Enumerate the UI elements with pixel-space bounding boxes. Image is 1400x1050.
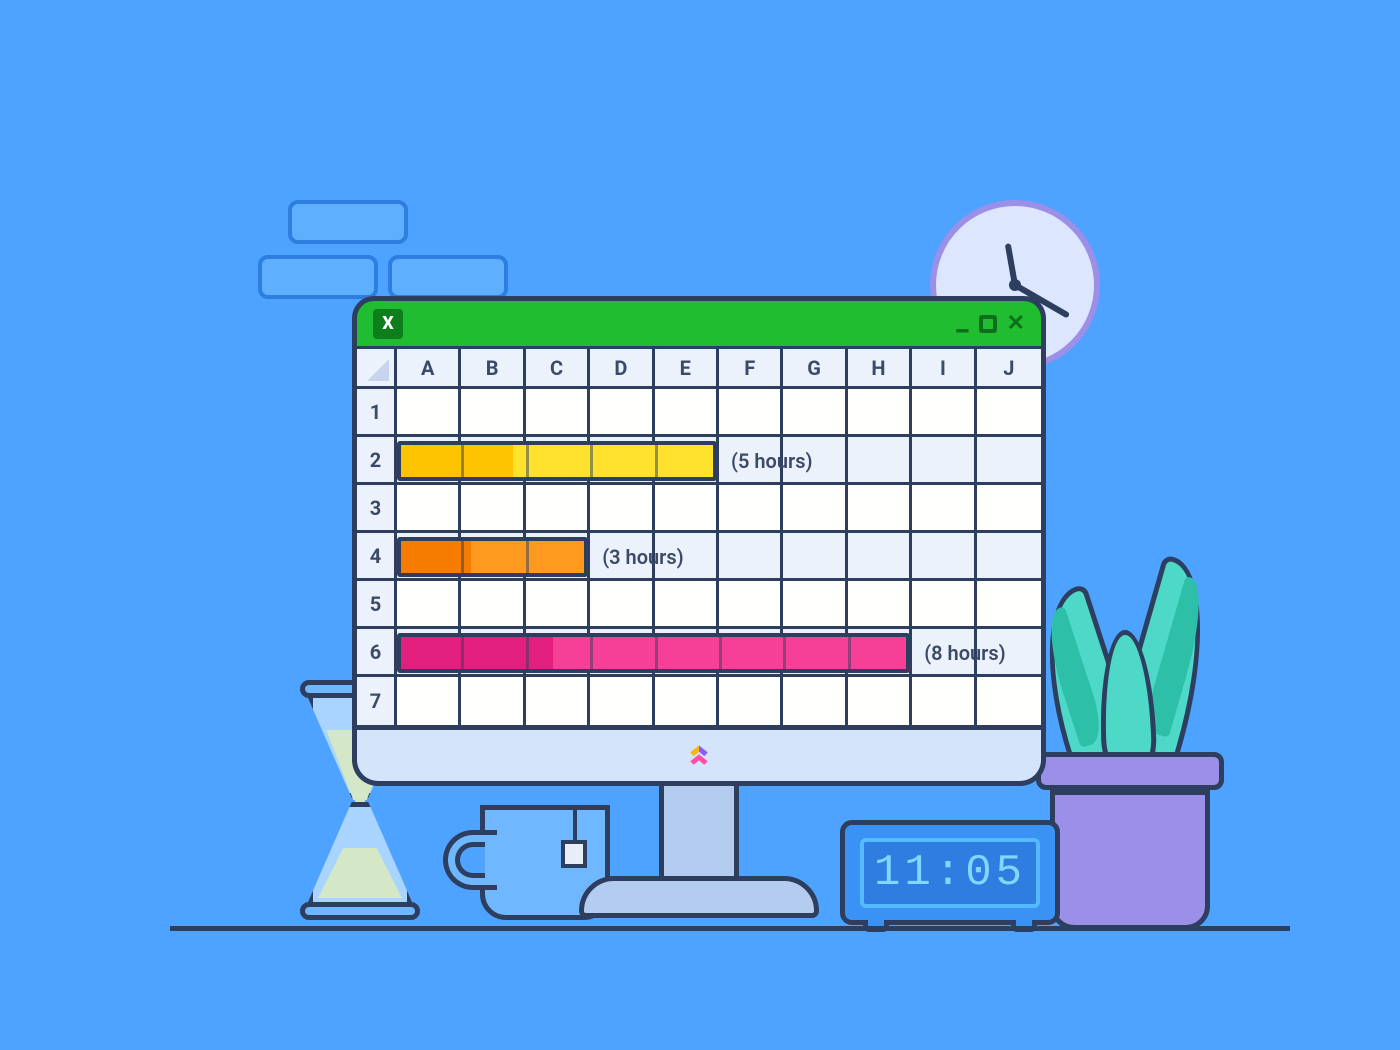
spreadsheet-cell[interactable] <box>783 581 847 629</box>
gantt-bar[interactable] <box>397 633 910 673</box>
spreadsheet-cell[interactable] <box>912 581 976 629</box>
spreadsheet-cell[interactable] <box>397 485 461 533</box>
spreadsheet-cell[interactable] <box>590 389 654 437</box>
spreadsheet-cell[interactable] <box>977 677 1041 725</box>
spreadsheet-cell[interactable] <box>912 389 976 437</box>
spreadsheet-cell[interactable] <box>719 677 783 725</box>
spreadsheet-cell[interactable] <box>655 485 719 533</box>
excel-app-icon-letter: X <box>382 313 393 334</box>
column-header[interactable]: E <box>655 349 719 389</box>
plant-icon <box>1030 530 1230 930</box>
monitor-stand <box>659 786 739 886</box>
spreadsheet-cell[interactable] <box>397 389 461 437</box>
spreadsheet-cell[interactable] <box>590 485 654 533</box>
spreadsheet-cell[interactable] <box>397 581 461 629</box>
spreadsheet-cell[interactable] <box>977 485 1041 533</box>
spreadsheet-cell[interactable] <box>526 677 590 725</box>
spreadsheet-cell[interactable] <box>397 677 461 725</box>
spreadsheet-cell[interactable] <box>655 581 719 629</box>
row-header[interactable]: 5 <box>357 581 397 629</box>
column-header[interactable]: I <box>912 349 976 389</box>
maximize-button[interactable] <box>979 315 997 333</box>
spreadsheet-cell[interactable] <box>783 389 847 437</box>
spreadsheet-cell[interactable] <box>848 677 912 725</box>
column-header[interactable]: J <box>977 349 1041 389</box>
excel-app-icon: X <box>373 309 403 339</box>
spreadsheet-cell[interactable] <box>783 485 847 533</box>
spreadsheet-cell[interactable] <box>655 677 719 725</box>
spreadsheet-cell[interactable] <box>461 581 525 629</box>
select-all-corner[interactable] <box>357 349 397 389</box>
gantt-bar[interactable] <box>397 441 717 481</box>
column-header[interactable]: C <box>526 349 590 389</box>
row-header[interactable]: 7 <box>357 677 397 725</box>
monitor: X _ ✕ ABCDEFGHIJ 1234567 (5 hours) (3 hours… <box>352 296 1046 786</box>
column-header[interactable]: A <box>397 349 461 389</box>
row-header[interactable]: 4 <box>357 533 397 581</box>
column-header[interactable]: H <box>848 349 912 389</box>
digital-clock-time: 11:05 <box>860 838 1040 908</box>
spreadsheet-cell[interactable] <box>783 677 847 725</box>
spreadsheet-cell[interactable] <box>526 581 590 629</box>
desk-surface <box>170 926 1290 931</box>
window-titlebar: X _ ✕ <box>352 296 1046 346</box>
spreadsheet-cell[interactable] <box>912 677 976 725</box>
spreadsheet-cell[interactable] <box>848 389 912 437</box>
column-header[interactable]: G <box>783 349 847 389</box>
spreadsheet-cell[interactable] <box>590 581 654 629</box>
close-button[interactable]: ✕ <box>1007 313 1025 335</box>
spreadsheet-cell[interactable] <box>912 485 976 533</box>
gantt-bar-row: (8 hours) <box>397 629 1041 677</box>
spreadsheet-cell[interactable] <box>977 581 1041 629</box>
gantt-bar-label: (5 hours) <box>731 449 812 473</box>
spreadsheet-cell[interactable] <box>526 485 590 533</box>
spreadsheet-cell[interactable] <box>977 389 1041 437</box>
spreadsheet-cell[interactable] <box>655 389 719 437</box>
gantt-bar-label: (8 hours) <box>924 641 1005 665</box>
gantt-bar-row: (5 hours) <box>397 437 1041 485</box>
monitor-chin <box>352 730 1046 786</box>
row-header[interactable]: 2 <box>357 437 397 485</box>
spreadsheet-cell[interactable] <box>461 485 525 533</box>
spreadsheet-grid[interactable]: ABCDEFGHIJ 1234567 (5 hours) (3 hours) (8 ho… <box>352 346 1046 730</box>
spreadsheet-cell[interactable] <box>461 677 525 725</box>
spreadsheet-cell[interactable] <box>719 389 783 437</box>
gantt-bar-label: (3 hours) <box>602 545 683 569</box>
minimize-button[interactable]: _ <box>956 306 968 334</box>
spreadsheet-cell[interactable] <box>719 485 783 533</box>
spreadsheet-cell[interactable] <box>719 581 783 629</box>
row-header[interactable]: 6 <box>357 629 397 677</box>
column-header[interactable]: D <box>590 349 654 389</box>
spreadsheet-cell[interactable] <box>848 581 912 629</box>
row-header[interactable]: 3 <box>357 485 397 533</box>
spreadsheet-cell[interactable] <box>848 485 912 533</box>
window-controls: _ ✕ <box>956 310 1025 338</box>
spreadsheet-cell[interactable] <box>461 389 525 437</box>
clickup-logo-icon <box>685 742 713 770</box>
digital-clock: 11:05 <box>840 820 1060 925</box>
row-header[interactable]: 1 <box>357 389 397 437</box>
wall-brick <box>388 255 508 299</box>
monitor-base <box>579 876 819 918</box>
spreadsheet-cell[interactable] <box>590 677 654 725</box>
gantt-bar[interactable] <box>397 537 588 577</box>
column-header[interactable]: F <box>719 349 783 389</box>
wall-brick <box>288 200 408 244</box>
spreadsheet-cell[interactable] <box>526 389 590 437</box>
wall-brick <box>258 255 378 299</box>
column-header[interactable]: B <box>461 349 525 389</box>
gantt-bar-row: (3 hours) <box>397 533 1041 581</box>
